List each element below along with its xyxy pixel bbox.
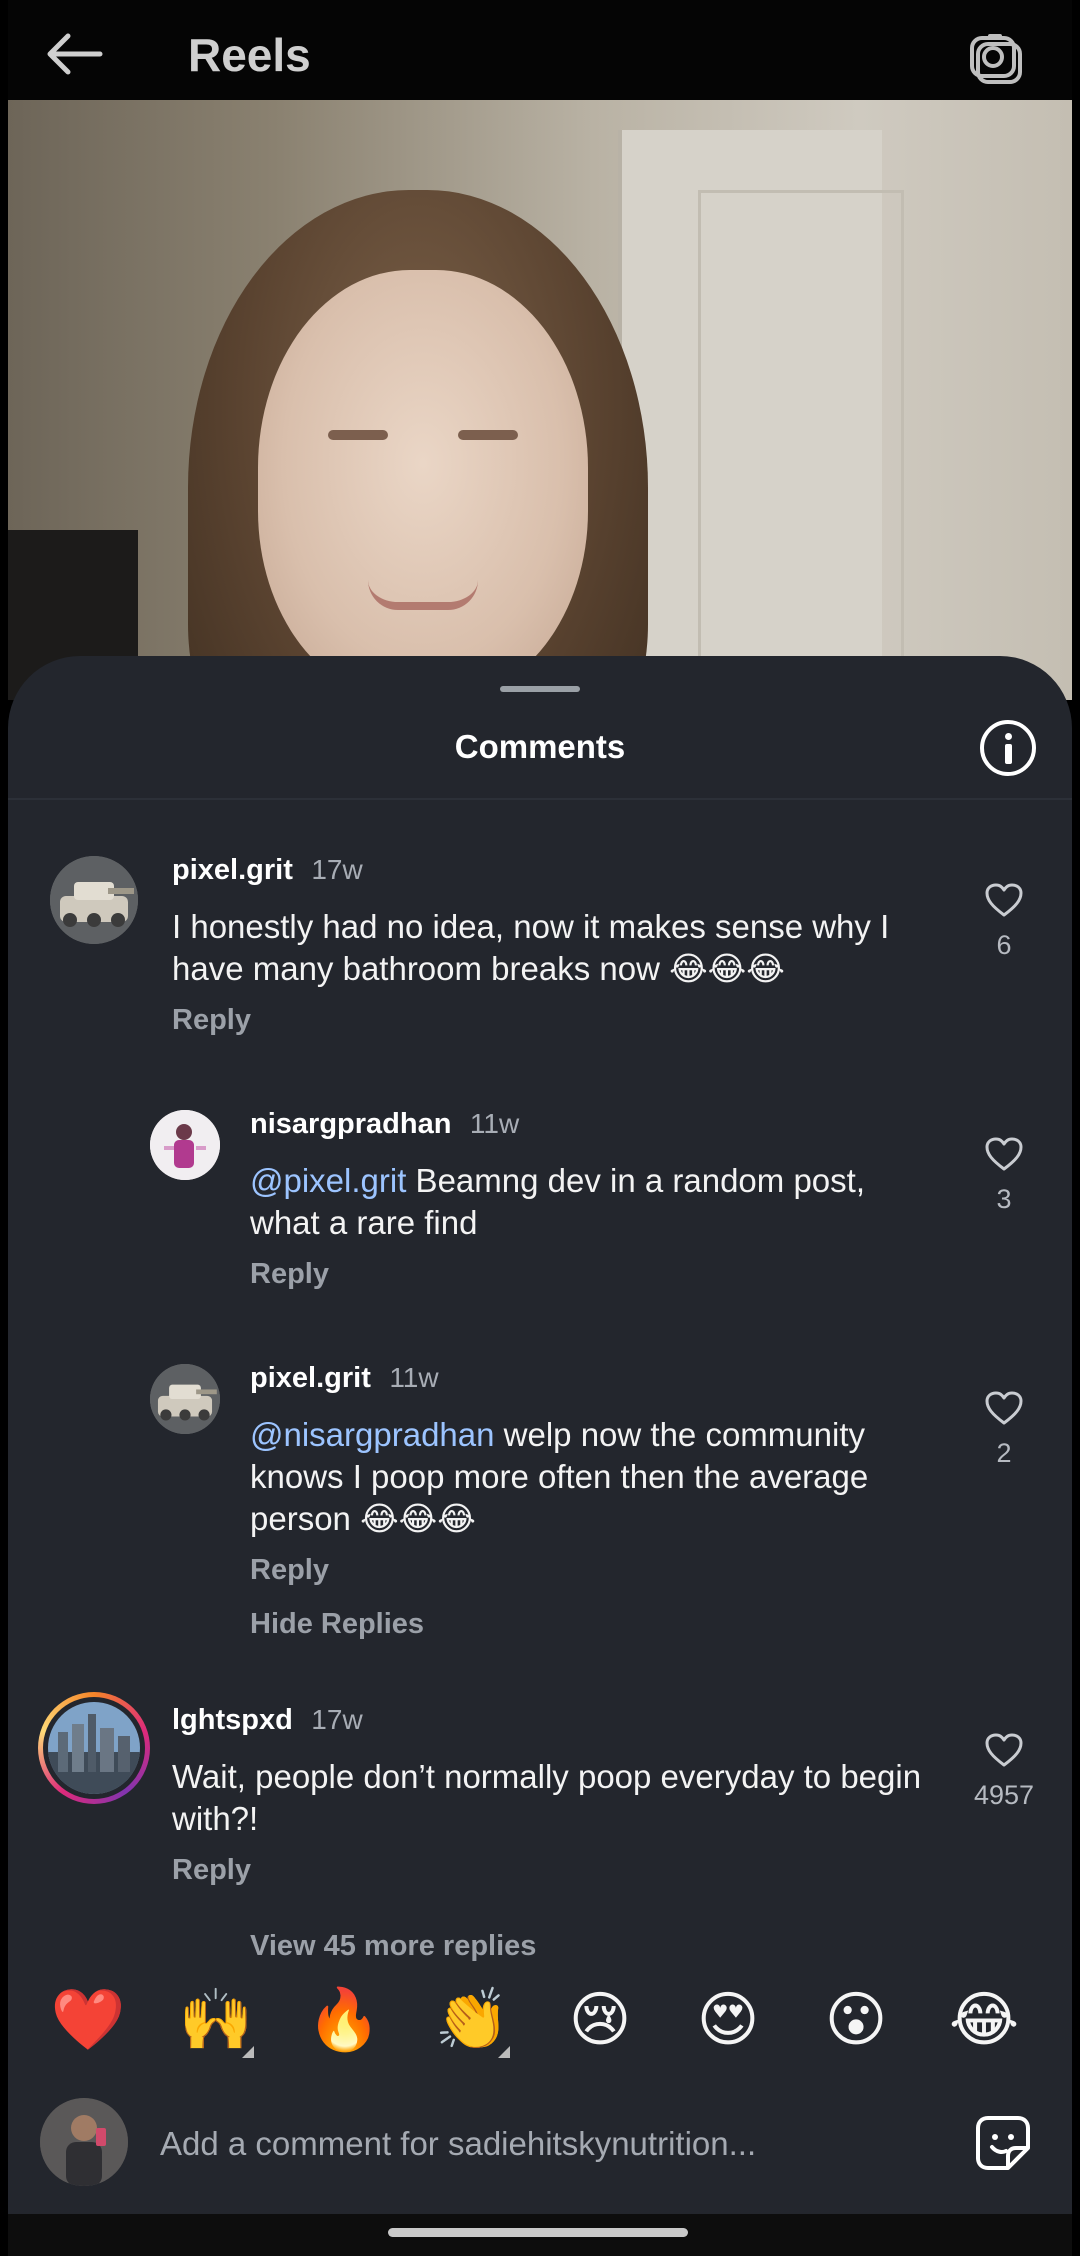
- comment-input[interactable]: [158, 2118, 942, 2170]
- video-person-face: [258, 270, 588, 700]
- heart-icon: [985, 883, 1023, 917]
- divider: [8, 798, 1072, 800]
- comment-mention[interactable]: @pixel.grit: [250, 1162, 406, 1199]
- info-icon[interactable]: [980, 720, 1036, 776]
- like-count: 6: [996, 930, 1012, 960]
- like-count: 4957: [973, 1780, 1035, 1810]
- comment-item: lghtspxd 17w Wait, people don’t normally…: [8, 1686, 1072, 1986]
- heart-icon: [985, 1733, 1023, 1767]
- emoji-heart[interactable]: ❤️: [48, 1980, 128, 2060]
- sticker-icon[interactable]: [974, 2114, 1032, 2172]
- video-person-eye: [458, 430, 518, 440]
- comment-username[interactable]: lghtspxd: [172, 1704, 293, 1736]
- emoji-clapping[interactable]: 👏: [432, 1980, 512, 2060]
- hide-replies-button[interactable]: Hide Replies: [250, 1608, 424, 1641]
- system-nav-bar: [8, 2214, 1072, 2256]
- emoji-surprised[interactable]: 😮: [816, 1980, 896, 2060]
- video-person-mouth: [368, 580, 478, 610]
- like-count: 2: [996, 1438, 1012, 1468]
- emoji-laughing[interactable]: 😂: [944, 1980, 1024, 2060]
- comment-item: nisargpradhan 11w @pixel.grit Beamng dev…: [8, 1090, 1072, 1330]
- avatar-story-ring[interactable]: [38, 1692, 150, 1804]
- emoji-crying[interactable]: 😢: [560, 1980, 640, 2060]
- camera-icon[interactable]: [968, 30, 1032, 94]
- comment-mention[interactable]: @nisargpradhan: [250, 1416, 495, 1453]
- avatar[interactable]: [50, 856, 138, 944]
- quick-emoji-bar: ❤️ 🙌 🔥 👏 😢 😍 😮 😂: [8, 1980, 1072, 2060]
- heart-icon: [985, 1391, 1023, 1425]
- comment-text: @pixel.grit Beamng dev in a random post,…: [250, 1162, 865, 1241]
- comment-time: 17w: [311, 1704, 363, 1735]
- reel-video[interactable]: [8, 100, 1072, 700]
- reply-button[interactable]: Reply: [250, 1258, 329, 1291]
- like-button[interactable]: 2: [964, 1390, 1044, 1469]
- current-user-avatar: [40, 2098, 128, 2186]
- comment-time: 11w: [389, 1362, 439, 1393]
- skin-tone-indicator: [498, 2046, 510, 2058]
- like-button[interactable]: 4957: [954, 1732, 1054, 1811]
- sheet-title: Comments: [454, 728, 626, 765]
- comment-item: pixel.grit 11w @nisargpradhan welp now t…: [8, 1344, 1072, 1644]
- emoji-heart-eyes[interactable]: 😍: [688, 1980, 768, 2060]
- heart-icon: [985, 1137, 1023, 1171]
- drag-handle[interactable]: [500, 686, 580, 692]
- view-more-replies-button[interactable]: View 45 more replies: [250, 1930, 536, 1963]
- comment-text: @nisargpradhan welp now the community kn…: [250, 1416, 869, 1537]
- comment-username[interactable]: pixel.grit: [172, 854, 293, 886]
- top-bar: Reels: [8, 0, 1072, 100]
- video-background-panel: [698, 190, 904, 700]
- emoji-fire[interactable]: 🔥: [304, 1980, 384, 2060]
- app-frame: Reels Comments pixel.grit 17w I honestly…: [8, 0, 1072, 2256]
- skin-tone-indicator: [242, 2046, 254, 2058]
- comment-item: pixel.grit 17w I honestly had no idea, n…: [8, 836, 1072, 1076]
- comment-username[interactable]: nisargpradhan: [250, 1108, 451, 1140]
- like-button[interactable]: 6: [964, 882, 1044, 961]
- comment-text: I honestly had no idea, now it makes sen…: [172, 908, 890, 987]
- avatar: [48, 1702, 140, 1794]
- comment-text: Wait, people don’t normally poop everyda…: [172, 1758, 922, 1837]
- comment-time: 11w: [469, 1108, 520, 1139]
- comment-username[interactable]: pixel.grit: [250, 1362, 371, 1394]
- like-button[interactable]: 3: [964, 1136, 1044, 1215]
- video-person-eye: [328, 430, 388, 440]
- avatar[interactable]: [150, 1110, 220, 1180]
- home-indicator[interactable]: [388, 2228, 688, 2237]
- reply-button[interactable]: Reply: [172, 1854, 251, 1887]
- like-count: 3: [996, 1184, 1012, 1214]
- emoji-raising-hands[interactable]: 🙌: [176, 1980, 256, 2060]
- reply-button[interactable]: Reply: [250, 1554, 329, 1587]
- avatar[interactable]: [150, 1364, 220, 1434]
- reply-button[interactable]: Reply: [172, 1004, 251, 1037]
- comment-composer: [8, 2084, 1072, 2204]
- back-arrow-icon[interactable]: [42, 30, 106, 78]
- comment-time: 17w: [311, 854, 363, 885]
- page-title: Reels: [188, 29, 311, 81]
